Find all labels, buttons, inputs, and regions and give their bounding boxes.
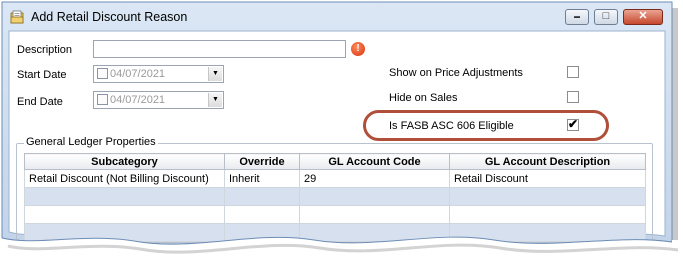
fasb-eligible-checkbox[interactable]: ✔ — [567, 117, 579, 131]
table-row[interactable] — [24, 205, 646, 224]
restore-button[interactable]: □ — [594, 9, 618, 25]
exclamation-icon: ! — [351, 42, 365, 56]
cell-override[interactable] — [224, 223, 300, 242]
minimize-icon: ▬ — [574, 14, 580, 20]
cell-gl-account-code[interactable] — [299, 187, 450, 206]
folder-document-icon — [10, 10, 24, 24]
cell-gl-account-description[interactable] — [449, 223, 646, 242]
cell-gl-account-code[interactable] — [299, 223, 450, 242]
table-row[interactable] — [24, 223, 646, 242]
dialog-window: Add Retail Discount Reason ▬ □ ✕ Descrip… — [0, 0, 683, 265]
hide-on-sales-label: Hide on Sales — [389, 92, 458, 104]
description-label: Description — [17, 44, 73, 56]
cell-override[interactable] — [224, 205, 300, 224]
column-header-override[interactable]: Override — [224, 153, 300, 170]
checkmark-icon: ✔ — [568, 117, 579, 131]
start-date-label: Start Date — [17, 69, 67, 81]
column-header-gl-account-description[interactable]: GL Account Description — [449, 153, 646, 170]
end-date-picker[interactable]: 04/07/2021 ▼ — [93, 91, 224, 109]
title-bar[interactable]: Add Retail Discount Reason ▬ □ ✕ — [4, 4, 670, 30]
end-date-label: End Date — [17, 96, 63, 108]
chevron-down-icon[interactable]: ▼ — [208, 67, 222, 81]
column-header-gl-account-code[interactable]: GL Account Code — [299, 153, 450, 170]
table-row[interactable] — [24, 187, 646, 206]
cell-subcategory[interactable] — [24, 205, 225, 224]
minimize-button[interactable]: ▬ — [565, 9, 589, 25]
cell-override[interactable] — [224, 187, 300, 206]
cell-subcategory[interactable] — [24, 187, 225, 206]
cell-gl-account-description[interactable] — [449, 205, 646, 224]
cell-subcategory[interactable]: Retail Discount (Not Billing Discount) — [24, 169, 225, 188]
start-date-picker[interactable]: 04/07/2021 ▼ — [93, 65, 224, 83]
column-header-subcategory[interactable]: Subcategory — [24, 153, 225, 170]
cell-gl-account-code[interactable]: 29 — [299, 169, 450, 188]
end-date-value: 04/07/2021 — [110, 94, 166, 106]
chevron-down-icon[interactable]: ▼ — [208, 93, 222, 107]
table-row[interactable]: Retail Discount (Not Billing Discount) I… — [24, 169, 646, 188]
close-icon: ✕ — [638, 10, 648, 22]
cell-override[interactable]: Inherit — [224, 169, 300, 188]
cell-gl-account-description[interactable] — [449, 187, 646, 206]
start-date-checkbox[interactable] — [97, 68, 108, 79]
general-ledger-group-title: General Ledger Properties — [24, 136, 158, 148]
start-date-value: 04/07/2021 — [110, 68, 166, 80]
cell-gl-account-description[interactable]: Retail Discount — [449, 169, 646, 188]
cell-gl-account-code[interactable] — [299, 205, 450, 224]
table-header-row: Subcategory Override GL Account Code GL … — [24, 153, 646, 170]
close-button[interactable]: ✕ — [623, 9, 663, 25]
gl-properties-table: Subcategory Override GL Account Code GL … — [24, 153, 646, 242]
description-field[interactable] — [93, 40, 346, 58]
show-on-price-adjustments-label: Show on Price Adjustments — [389, 67, 523, 79]
restore-icon: □ — [602, 10, 610, 22]
cell-subcategory[interactable] — [24, 223, 225, 242]
window-title: Add Retail Discount Reason — [31, 10, 188, 24]
fasb-eligible-label: Is FASB ASC 606 Eligible — [389, 120, 514, 132]
end-date-checkbox[interactable] — [97, 94, 108, 105]
show-on-price-adjustments-checkbox[interactable] — [567, 66, 579, 78]
hide-on-sales-checkbox[interactable] — [567, 91, 579, 103]
